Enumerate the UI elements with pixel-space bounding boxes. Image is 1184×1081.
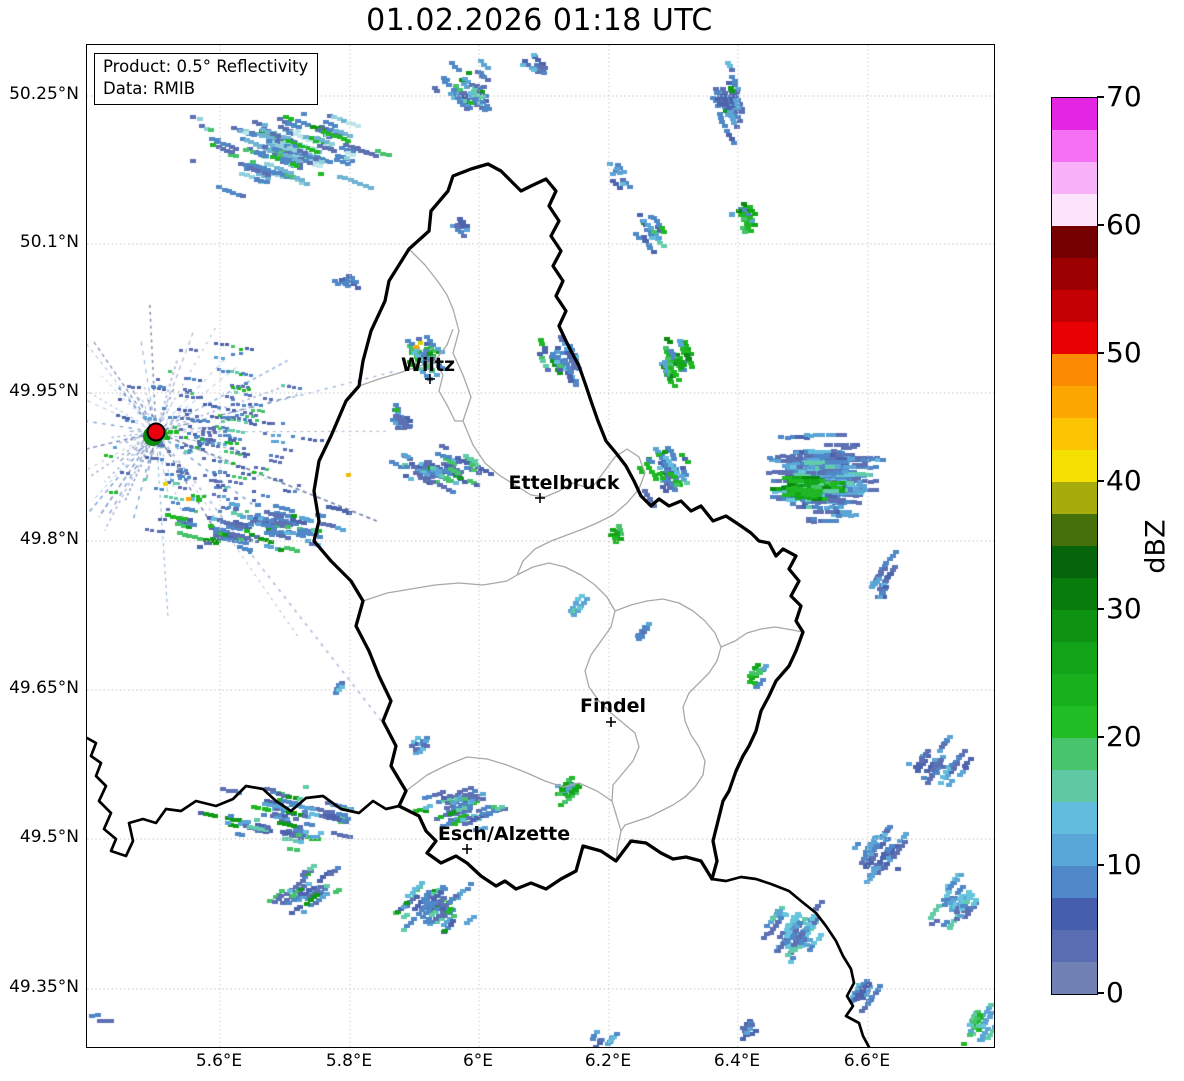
lon-tick-label: 6°E [433,1051,523,1071]
colorbar-tickmark [1097,224,1104,226]
luxembourg-border [314,164,803,889]
neighbor-border [712,877,869,1047]
colorbar-segment [1052,354,1097,386]
colorbar-segment [1052,738,1097,770]
neighbor-country-borders [87,738,869,1047]
colorbar-segment [1052,514,1097,546]
lat-tick-label: 49.8°N [0,529,79,549]
colorbar-segment [1052,226,1097,258]
colorbar-segment [1052,546,1097,578]
product-info-box: Product: 0.5° Reflectivity Data: RMIB [94,53,318,105]
lat-tick-label: 49.5°N [0,827,79,847]
colorbar [1051,97,1098,995]
colorbar-tick-label: 40 [1106,467,1142,495]
city-label: Ettelbruck [509,472,620,494]
colorbar-segment [1052,322,1097,354]
canton-border [721,627,803,647]
colorbar-segment [1052,770,1097,802]
colorbar-tick-label: 50 [1106,339,1142,367]
colorbar-tick-label: 0 [1106,979,1124,1007]
neighbor-border [87,738,399,856]
lat-tick-label: 49.95°N [0,381,79,401]
lat-tick-label: 50.25°N [0,84,79,104]
colorbar-segment [1052,642,1097,674]
map-area: Product: 0.5° Reflectivity Data: RMIB Wi… [86,44,995,1048]
colorbar-segment [1052,834,1097,866]
colorbar-tick-label: 70 [1106,83,1142,111]
colorbar-segment [1052,578,1097,610]
colorbar-tickmark [1097,96,1104,98]
lat-tick-label: 49.65°N [0,678,79,698]
colorbar-segment [1052,130,1097,162]
radar-site-marker [148,424,165,441]
data-source-line: Data: RMIB [103,78,308,100]
colorbar-segment [1052,866,1097,898]
colorbar-tickmark [1097,480,1104,482]
canton-border [406,757,621,861]
colorbar-segment [1052,258,1097,290]
colorbar-segment [1052,450,1097,482]
colorbar-segment [1052,386,1097,418]
colorbar-unit-label: dBZ [1141,519,1172,573]
colorbar-segment [1052,290,1097,322]
colorbar-tick-label: 60 [1106,211,1142,239]
city-label: Wiltz [401,354,455,376]
colorbar-tick-label: 30 [1106,595,1142,623]
colorbar-segment [1052,706,1097,738]
colorbar-segment [1052,98,1097,130]
map-vector-layer [87,45,994,1047]
product-line: Product: 0.5° Reflectivity [103,56,308,78]
colorbar-segment [1052,194,1097,226]
colorbar-tickmark [1097,864,1104,866]
lon-tick-label: 5.6°E [174,1051,264,1071]
colorbar-segment [1052,962,1097,994]
colorbar-segment [1052,482,1097,514]
colorbar-segment [1052,162,1097,194]
lon-tick-label: 6.2°E [563,1051,653,1071]
colorbar-tick-label: 10 [1106,851,1142,879]
colorbar-segment [1052,898,1097,930]
lat-tick-label: 50.1°N [0,232,79,252]
colorbar-tick-label: 20 [1106,723,1142,751]
colorbar-tickmark [1097,608,1104,610]
lat-tick-label: 49.35°N [0,977,79,997]
city-label: Findel [580,695,646,717]
colorbar-segment [1052,802,1097,834]
colorbar-segment [1052,418,1097,450]
figure-title: 01.02.2026 01:18 UTC [86,3,993,38]
canton-border [363,563,639,801]
city-label: Esch/Alzette [438,823,570,845]
city-cross-markers [425,374,616,854]
colorbar-tickmark [1097,352,1104,354]
lon-tick-label: 5.8°E [304,1051,394,1071]
radar-figure: 01.02.2026 01:18 UTC Product: 0.5° Refle… [0,0,1184,1081]
colorbar-tickmark [1097,736,1104,738]
colorbar-tickmark [1097,992,1104,994]
colorbar-segment [1052,610,1097,642]
lon-tick-label: 6.6°E [822,1051,912,1071]
colorbar-segment [1052,674,1097,706]
colorbar-segment [1052,930,1097,962]
colorbar-segments [1052,98,1097,994]
lon-tick-label: 6.4°E [692,1051,782,1071]
